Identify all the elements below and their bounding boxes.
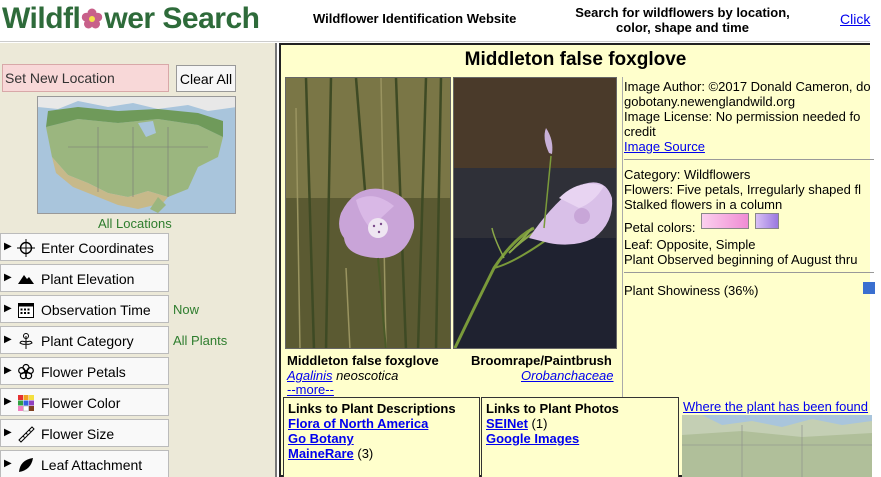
plant-info-panel: Image Author: ©2017 Donald Cameron, do g… — [622, 77, 875, 397]
plant-photo-main[interactable] — [285, 77, 451, 349]
plant-showiness: Plant Showiness (36%) — [624, 283, 759, 298]
filter-label: Plant Category — [41, 333, 134, 349]
photo-item: SEINet (1) — [486, 416, 547, 431]
foxglove-closeup-photo-icon — [454, 78, 616, 348]
plant-photo-secondary[interactable] — [453, 77, 617, 349]
logo-text-left: Wildfl — [2, 2, 81, 35]
plant-category-value: All Plants — [173, 333, 228, 348]
flowers-info: Flowers: Five petals, Irregularly shaped… — [624, 182, 861, 197]
petal-color-swatch-pink[interactable] — [701, 213, 749, 229]
foxglove-photo-icon — [286, 78, 450, 348]
description-item: Flora of North America — [288, 416, 428, 431]
go-botany-link[interactable]: Go Botany — [288, 431, 354, 446]
mainerare-link[interactable]: MaineRare — [288, 446, 354, 461]
showiness-bar — [863, 282, 875, 294]
plant-category-info: Category: Wildflowers — [624, 167, 751, 182]
filter-label: Flower Size — [41, 426, 115, 442]
filter-flower-petals[interactable]: ▶ Flower Petals — [0, 357, 169, 385]
filter-enter-coordinates[interactable]: ▶ Enter Coordinates — [0, 233, 169, 261]
ruler-icon — [17, 425, 35, 443]
plant-detail-panel: Middleton false foxglove Middleton false… — [279, 43, 875, 477]
crosshair-icon — [17, 239, 35, 257]
filter-label: Observation Time — [41, 302, 151, 318]
expand-arrow-icon: ▶ — [4, 334, 12, 345]
google-images-link[interactable]: Google Images — [486, 431, 579, 446]
filter-plant-category[interactable]: ▶ Plant Category — [0, 326, 169, 354]
color-palette-icon — [17, 394, 35, 412]
logo-text-right: wer Search — [104, 2, 260, 35]
site-tagline: Wildflower Identification Website — [313, 11, 517, 26]
stalked-info: Stalked flowers in a column — [624, 197, 783, 212]
divider — [624, 272, 874, 273]
leaf-info: Leaf: Opposite, Simple — [624, 237, 756, 252]
site-logo[interactable]: Wildfl wer Search — [2, 2, 260, 36]
sidebar: Set New Location Clear All All Locations… — [0, 43, 277, 477]
photo-caption-scientific: Agalinis neoscotica — [287, 368, 398, 383]
plant-descriptions-box: Links to Plant Descriptions Flora of Nor… — [283, 397, 480, 477]
descriptions-title: Links to Plant Descriptions — [288, 401, 456, 416]
filter-flower-size[interactable]: ▶ Flower Size — [0, 419, 169, 447]
photo-caption-name: Middleton false foxglove — [287, 353, 439, 368]
species-name: neoscotica — [332, 368, 399, 383]
filter-label: Plant Elevation — [41, 271, 135, 287]
image-source-link[interactable]: Image Source — [624, 139, 705, 154]
filter-label: Flower Color — [41, 395, 121, 411]
filter-leaf-attachment[interactable]: ▶ Leaf Attachment — [0, 450, 169, 477]
petal-colors-label: Petal colors: — [624, 220, 696, 235]
plant-title: Middleton false foxglove — [464, 49, 687, 70]
all-locations-label: All Locations — [98, 216, 172, 231]
plant-photos-box: Links to Plant Photos SEINet (1) Google … — [481, 397, 679, 477]
filter-flower-color[interactable]: ▶ Flower Color — [0, 388, 169, 416]
expand-arrow-icon: ▶ — [4, 365, 12, 376]
where-found-link[interactable]: Where the plant has been found — [683, 399, 868, 414]
flower-logo-icon — [82, 8, 103, 29]
expand-arrow-icon: ▶ — [4, 241, 12, 252]
set-location-input[interactable]: Set New Location — [2, 64, 169, 92]
clear-all-button[interactable]: Clear All — [176, 65, 236, 92]
description-item: MaineRare (3) — [288, 446, 373, 461]
expand-arrow-icon: ▶ — [4, 303, 12, 314]
expand-arrow-icon: ▶ — [4, 396, 12, 407]
header-click-link[interactable]: Click — [840, 11, 870, 27]
genus-link[interactable]: Agalinis — [287, 368, 333, 383]
expand-arrow-icon: ▶ — [4, 427, 12, 438]
calendar-icon — [17, 301, 35, 319]
filter-plant-elevation[interactable]: ▶ Plant Elevation — [0, 264, 169, 292]
observed-info: Plant Observed beginning of August thru — [624, 252, 858, 267]
filter-label: Leaf Attachment — [41, 457, 143, 473]
seinet-count: (1) — [531, 416, 548, 431]
more-link[interactable]: --more-- — [287, 382, 334, 397]
image-license: Image License: No permission needed fo — [624, 109, 861, 124]
petal-color-swatch-violet[interactable] — [755, 213, 779, 229]
filter-observation-time[interactable]: ▶ Observation Time — [0, 295, 169, 323]
expand-arrow-icon: ▶ — [4, 458, 12, 469]
filter-label: Flower Petals — [41, 364, 126, 380]
expand-arrow-icon: ▶ — [4, 272, 12, 283]
north-america-map-icon — [38, 97, 235, 213]
description-item: Go Botany — [288, 431, 354, 446]
plant-icon — [17, 332, 35, 350]
image-author: Image Author: ©2017 Donald Cameron, do — [624, 79, 871, 94]
leaf-icon — [17, 456, 35, 474]
image-site: gobotany.newenglandwild.org — [624, 94, 796, 109]
search-description: Search for wildflowers by location, colo… — [575, 5, 790, 35]
seinet-link[interactable]: SEINet — [486, 416, 528, 431]
image-credit: credit — [624, 124, 656, 139]
mainerare-count: (3) — [357, 446, 374, 461]
divider — [624, 159, 874, 160]
flora-north-america-link[interactable]: Flora of North America — [288, 416, 428, 431]
family-link[interactable]: Orobanchaceae — [521, 368, 614, 383]
family-common-name: Broomrape/Paintbrush — [471, 353, 612, 368]
distribution-map[interactable] — [682, 415, 872, 477]
mountain-icon — [17, 270, 35, 288]
header: Wildfl wer Search Wildflower Identificat… — [0, 0, 870, 42]
observation-time-value: Now — [173, 302, 200, 317]
location-map-thumbnail[interactable] — [37, 96, 236, 214]
flower-petals-icon — [17, 363, 35, 381]
filter-label: Enter Coordinates — [41, 240, 154, 256]
photo-item: Google Images — [486, 431, 579, 446]
photos-title: Links to Plant Photos — [486, 401, 619, 416]
distribution-map-icon — [682, 415, 872, 477]
